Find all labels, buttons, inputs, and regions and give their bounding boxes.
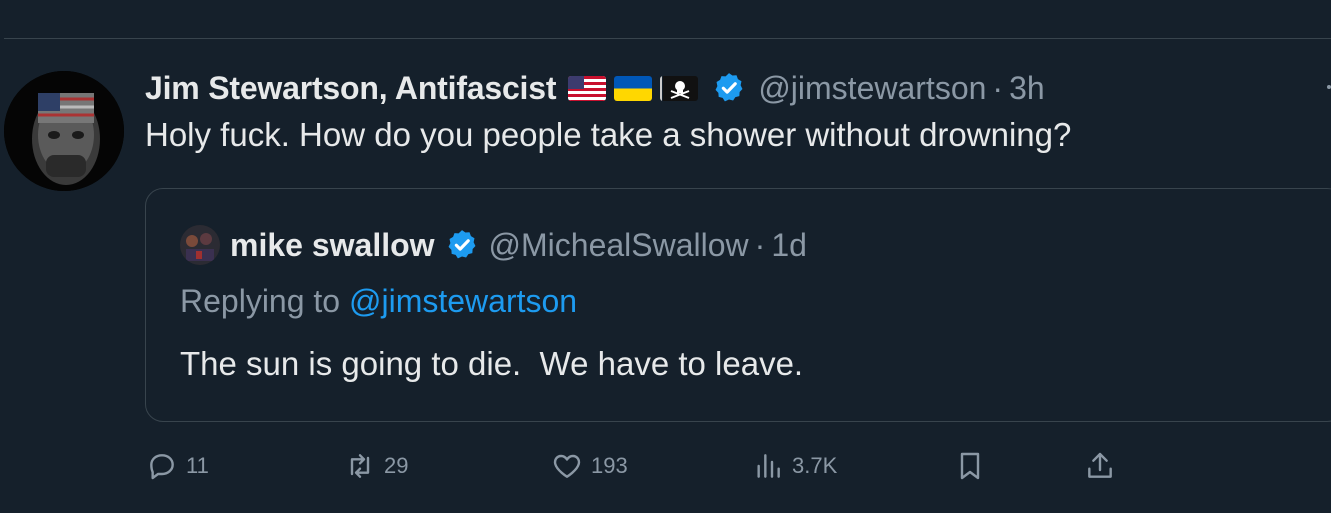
separator-dot: · bbox=[754, 226, 766, 263]
quoted-tweet[interactable]: mike swallow @MichealSwallow · 1d Replyi… bbox=[145, 188, 1331, 422]
name-flags bbox=[568, 75, 706, 101]
quoted-tweet-header: mike swallow @MichealSwallow · 1d bbox=[180, 225, 807, 265]
user-handle[interactable]: @jimstewartson bbox=[758, 70, 986, 107]
replying-to-handle[interactable]: @jimstewartson bbox=[349, 283, 577, 319]
ukraine-flag-icon bbox=[614, 75, 653, 101]
verified-badge-icon[interactable] bbox=[712, 71, 746, 105]
action-bar: 11 29 193 3.7K bbox=[0, 444, 1331, 488]
avatar-image bbox=[4, 71, 124, 191]
replying-to: Replying to @jimstewartson bbox=[180, 283, 577, 320]
reply-count: 11 bbox=[186, 453, 209, 478]
retweet-count: 29 bbox=[384, 453, 409, 478]
share-icon bbox=[1088, 452, 1112, 478]
quoted-avatar-image bbox=[180, 225, 220, 265]
views-icon bbox=[757, 454, 780, 478]
views-button[interactable]: 3.7K bbox=[752, 444, 837, 488]
pirate-flag-icon bbox=[660, 75, 699, 101]
views-count: 3.7K bbox=[792, 453, 838, 478]
divider bbox=[4, 38, 1331, 39]
reply-button[interactable]: 11 bbox=[146, 444, 209, 488]
like-count: 193 bbox=[591, 453, 628, 478]
bookmark-icon bbox=[960, 452, 980, 480]
retweet-icon bbox=[350, 454, 370, 478]
bookmark-button[interactable] bbox=[954, 444, 986, 488]
reply-icon bbox=[150, 454, 174, 480]
retweet-button[interactable]: 29 bbox=[344, 444, 408, 488]
avatar[interactable] bbox=[4, 71, 124, 191]
like-button[interactable]: 193 bbox=[551, 444, 628, 488]
us-flag-icon bbox=[568, 75, 607, 101]
replying-to-label: Replying to bbox=[180, 283, 349, 319]
quoted-avatar[interactable] bbox=[180, 225, 220, 265]
more-options-icon[interactable] bbox=[1322, 80, 1331, 94]
quoted-user-handle[interactable]: @MichealSwallow bbox=[489, 227, 749, 264]
share-button[interactable] bbox=[1084, 444, 1116, 488]
quoted-display-name[interactable]: mike swallow bbox=[230, 227, 435, 264]
display-name[interactable]: Jim Stewartson, Antifascist bbox=[145, 70, 557, 107]
timestamp[interactable]: 3h bbox=[1009, 70, 1045, 107]
quoted-tweet-text: The sun is going to die. We have to leav… bbox=[180, 345, 804, 382]
tweet-text: Holy fuck. How do you people take a show… bbox=[145, 116, 1072, 153]
bookmark-icon-partial bbox=[950, 0, 986, 6]
quoted-timestamp[interactable]: 1d bbox=[771, 227, 807, 264]
tweet-page: Jim Stewartson, Antifascist @jimstewarts… bbox=[0, 0, 1331, 513]
heart-icon bbox=[553, 454, 581, 478]
tweet-header: Jim Stewartson, Antifascist @jimstewarts… bbox=[145, 66, 1045, 110]
separator-dot: · bbox=[992, 69, 1004, 106]
verified-badge-icon[interactable] bbox=[445, 228, 479, 262]
